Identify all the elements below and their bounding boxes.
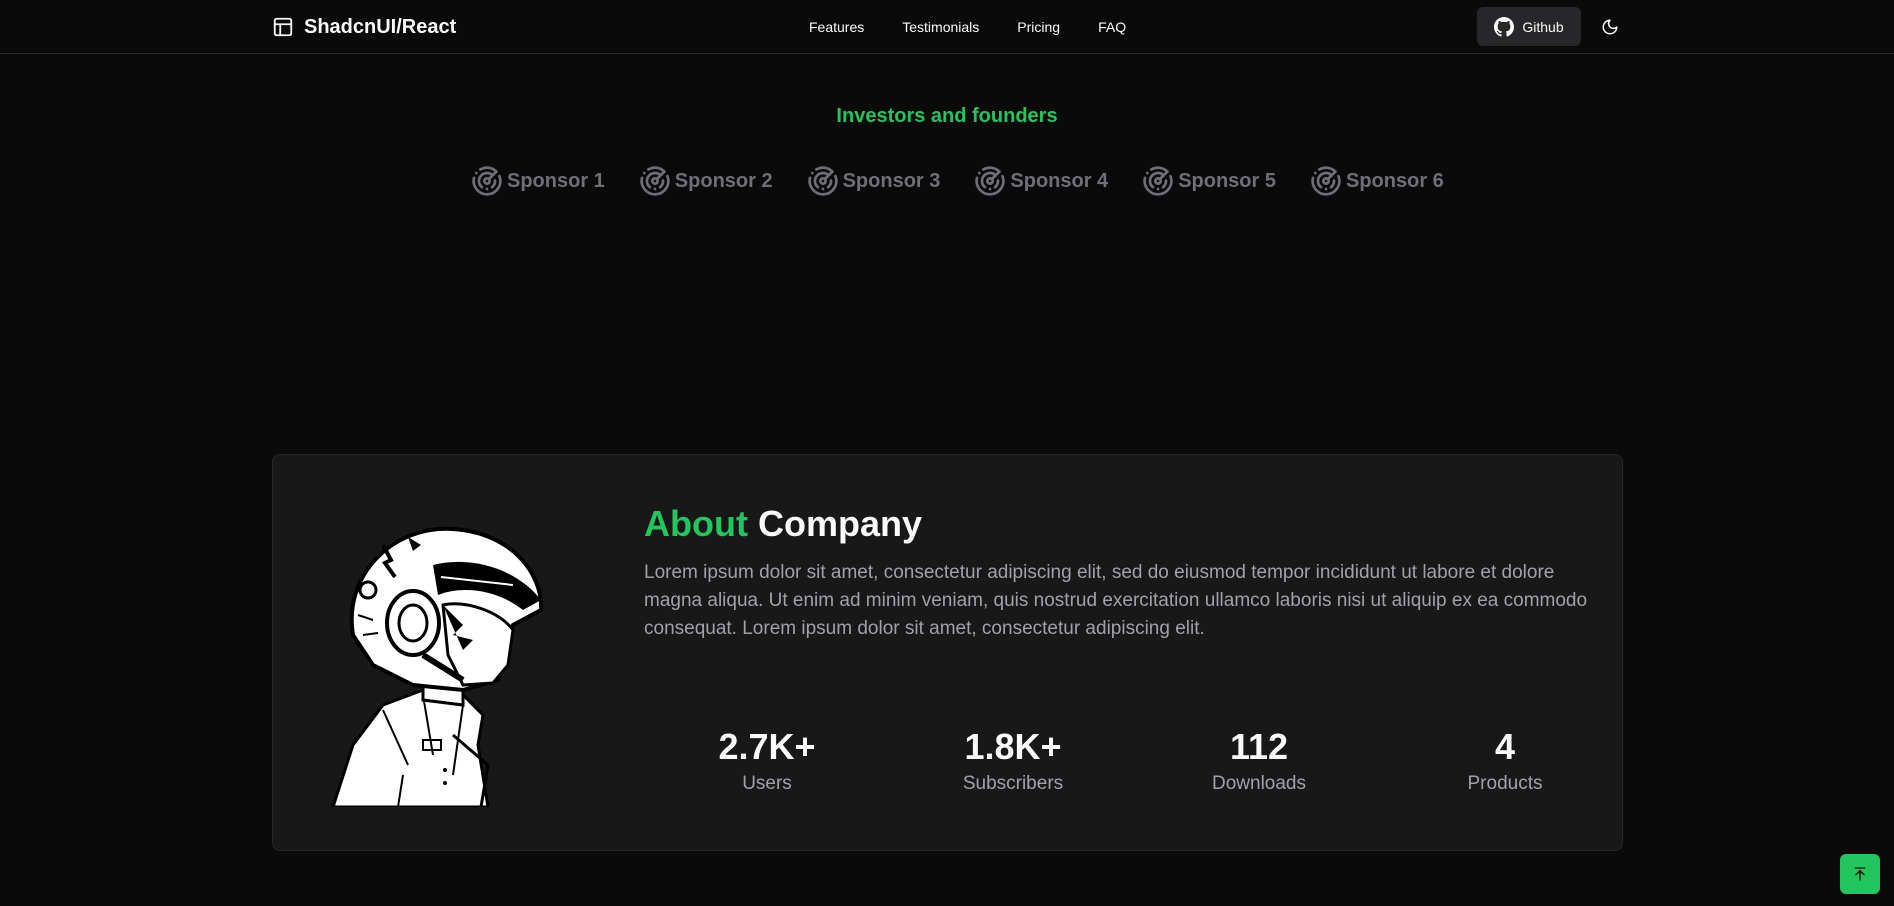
sponsor-name: Sponsor 4 (1010, 169, 1109, 192)
stat-users: 2.7K+ Users (644, 725, 890, 815)
nav-link-pricing[interactable]: Pricing (998, 15, 1079, 39)
stat-downloads: 112 Downloads (1136, 725, 1382, 815)
astronaut-illustration (331, 526, 544, 807)
sponsor-name: Sponsor 5 (1178, 169, 1276, 192)
radar-icon (975, 166, 1006, 196)
about-description: Lorem ipsum dolor sit amet, consectetur … (644, 562, 1588, 639)
about-heading-rest: Company (757, 503, 923, 544)
github-button[interactable]: Github (1477, 7, 1581, 46)
stat-value: 4 (1494, 726, 1516, 767)
sponsor-item: Sponsor 3 (807, 165, 941, 197)
stat-label: Products (1467, 773, 1543, 794)
about-heading: About Company (644, 503, 922, 545)
stat-products: 4 Products (1382, 725, 1628, 815)
navbar: ShadcnUI/React Features Testimonials Pri… (0, 0, 1894, 54)
stat-label: Users (742, 773, 792, 794)
arrow-up-to-line-icon (1854, 867, 1866, 881)
sponsor-name: Sponsor 6 (1345, 169, 1444, 192)
stat-label: Downloads (1212, 773, 1306, 794)
stat-value: 112 (1229, 726, 1289, 767)
nav-link-faq[interactable]: FAQ (1079, 15, 1145, 39)
scroll-to-top-button[interactable] (1840, 854, 1880, 894)
sponsor-item: Sponsor 1 (471, 165, 605, 197)
sponsor-name: Sponsor 1 (507, 169, 605, 192)
radar-icon (807, 166, 838, 196)
stat-subscribers: 1.8K+ Subscribers (890, 725, 1136, 815)
sponsor-item: Sponsor 5 (1142, 165, 1276, 197)
github-icon (1494, 16, 1515, 37)
nav-links: Features Testimonials Pricing FAQ (790, 14, 1145, 40)
sponsor-item: Sponsor 2 (639, 165, 773, 197)
brand-name: ShadcnUI/React (304, 15, 457, 38)
stat-label: Subscribers (962, 773, 1064, 794)
radar-icon (1143, 166, 1173, 196)
sponsor-name: Sponsor 2 (674, 169, 773, 192)
stats-list: 2.7K+ Users 1.8K+ Subscribers 112 Downlo… (644, 725, 1629, 815)
panel-left-icon (273, 17, 293, 37)
nav-link-testimonials[interactable]: Testimonials (883, 15, 998, 39)
nav-link-features[interactable]: Features (790, 15, 883, 39)
sponsors-title: Investors and founders (836, 105, 1058, 127)
github-label: Github (1522, 18, 1564, 35)
theme-toggle-button[interactable] (1595, 7, 1625, 46)
brand-link[interactable]: ShadcnUI/React (272, 13, 456, 41)
radar-icon (640, 166, 670, 196)
sponsor-list: Sponsor 1 Sponsor 2 Sponsor 3 Sponsor 4 … (471, 163, 1444, 199)
about-card: About Company Lorem ipsum dolor sit amet… (272, 454, 1623, 851)
about-heading-accent: About (644, 503, 748, 544)
stat-value: 2.7K+ (718, 726, 816, 767)
stat-value: 1.8K+ (964, 726, 1062, 767)
moon-icon (1602, 19, 1618, 34)
radar-icon (472, 166, 502, 196)
sponsor-name: Sponsor 3 (842, 169, 941, 192)
sponsor-item: Sponsor 6 (1310, 165, 1444, 197)
radar-icon (1311, 166, 1341, 196)
sponsor-item: Sponsor 4 (974, 165, 1108, 197)
